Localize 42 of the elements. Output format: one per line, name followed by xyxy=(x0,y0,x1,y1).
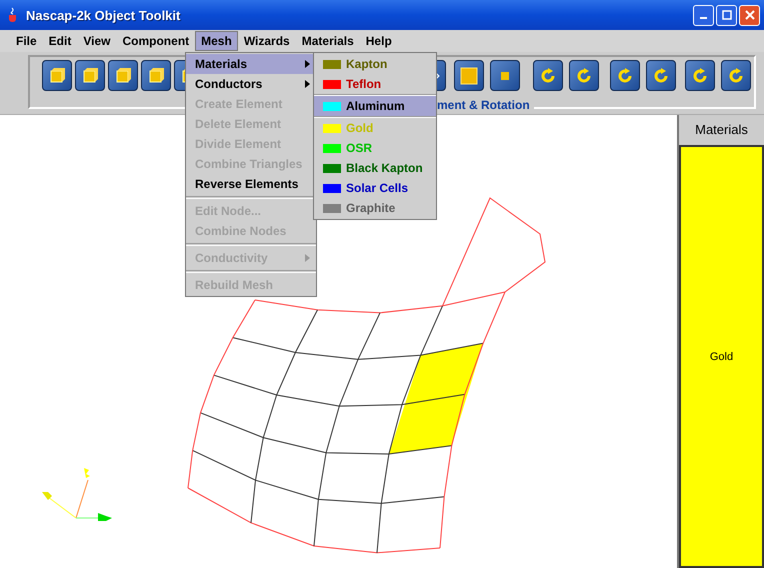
menu-item[interactable]: Component xyxy=(116,31,196,51)
material-label: Gold xyxy=(710,350,734,362)
menu-item[interactable]: View xyxy=(77,31,116,51)
menu-item[interactable]: Black Kapton xyxy=(314,158,436,178)
toolbar-button[interactable] xyxy=(610,60,640,91)
menu-item[interactable]: Conductors xyxy=(186,74,316,94)
maximize-button[interactable] xyxy=(716,4,737,26)
menu-item[interactable]: Aluminum xyxy=(314,96,436,116)
menu-item[interactable]: Mesh xyxy=(195,31,238,51)
toolbar-button[interactable] xyxy=(108,60,138,91)
menu-item[interactable]: Reverse Elements xyxy=(186,174,316,194)
toolbar-button[interactable] xyxy=(490,60,520,91)
maximize-icon xyxy=(722,10,732,20)
close-icon xyxy=(744,10,754,20)
menu-item[interactable]: Solar Cells xyxy=(314,178,436,198)
menu-item[interactable]: Teflon xyxy=(314,74,436,94)
toolbar-button[interactable] xyxy=(454,60,484,91)
toolbar-button[interactable] xyxy=(42,60,72,91)
cube-icon xyxy=(459,66,479,86)
menu-item[interactable]: Materials xyxy=(186,54,316,74)
menu-item[interactable]: Kapton xyxy=(314,54,436,74)
panel-header: Materials xyxy=(694,120,749,138)
menu-item[interactable]: File xyxy=(10,31,43,51)
menu-item[interactable]: Help xyxy=(360,31,398,51)
minimize-icon xyxy=(700,17,707,19)
toolbar-button[interactable] xyxy=(533,60,563,91)
toolbar-button[interactable] xyxy=(646,60,676,91)
window-title: Nascap-2k Object Toolkit xyxy=(26,8,180,22)
close-button[interactable] xyxy=(739,4,760,26)
square-icon xyxy=(500,70,510,80)
axes-drawing xyxy=(42,468,112,521)
minimize-button[interactable] xyxy=(693,4,714,26)
toolbar-group-title: ment & Rotation xyxy=(437,98,534,112)
toolbar-button[interactable] xyxy=(569,60,599,91)
menu-item[interactable]: Edit xyxy=(42,31,78,51)
toolbar-button[interactable] xyxy=(685,60,715,91)
menu-item[interactable]: Materials xyxy=(296,31,360,51)
toolbar-button[interactable] xyxy=(141,60,171,91)
menu-item[interactable]: Wizards xyxy=(238,31,296,51)
menu-item[interactable]: Graphite xyxy=(314,198,436,218)
toolbar-button[interactable] xyxy=(721,60,751,91)
toolbar-button[interactable] xyxy=(75,60,105,91)
